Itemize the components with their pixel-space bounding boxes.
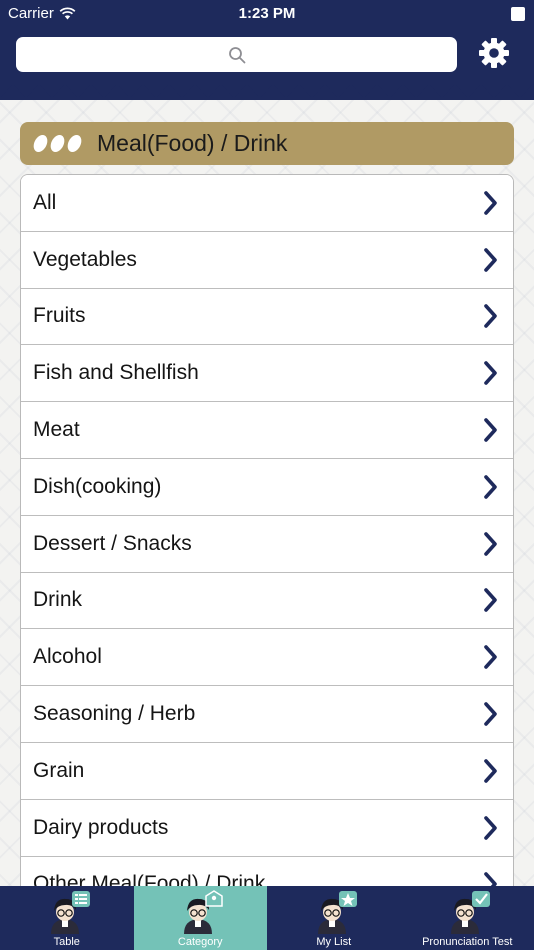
tab-bar: Table Category My List Pronunciation Test [0, 886, 534, 950]
list-item[interactable]: Dessert / Snacks [21, 515, 513, 573]
chevron-right-icon [484, 531, 497, 556]
list-item-label: Fish and Shellfish [33, 361, 199, 385]
chevron-right-icon [484, 418, 497, 442]
tab-label: Pronunciation Test [422, 936, 513, 948]
list-item-label: Grain [33, 758, 85, 782]
list-item[interactable]: Drink [21, 572, 513, 630]
list-item[interactable]: Other Meal(Food) / Drink [21, 856, 513, 886]
chevron-right-icon [484, 475, 497, 499]
header-zigzag-edge [0, 84, 534, 98]
list-item[interactable]: Alcohol [21, 629, 513, 687]
gear-icon[interactable] [478, 37, 510, 69]
chevron-right-icon [484, 247, 497, 272]
chevron-right-icon [484, 191, 497, 215]
category-header: Meal(Food) / Drink [20, 122, 514, 165]
chevron-right-icon [484, 759, 497, 783]
list-item-label: Dairy products [33, 815, 169, 839]
chevron-right-icon [484, 304, 497, 329]
list-item-label: Drink [33, 588, 83, 612]
status-bar: Carrier 1:23 PM [0, 0, 534, 28]
tab-label: Category [177, 936, 223, 948]
avatar-list-icon [43, 890, 91, 934]
chevron-right-icon [484, 588, 497, 613]
list-item[interactable]: Dairy products [21, 799, 513, 857]
chevron-right-icon [484, 702, 497, 726]
list-item[interactable]: All [21, 175, 513, 232]
list-item[interactable]: Dish(cooking) [21, 458, 513, 516]
list-item[interactable]: Grain [21, 742, 513, 800]
list-item[interactable]: Fish and Shellfish [21, 345, 513, 403]
list-item[interactable]: Meat [21, 402, 513, 459]
tab-table[interactable]: Table [0, 886, 134, 950]
avatar-tag-icon [176, 890, 224, 934]
search-input[interactable] [16, 37, 457, 72]
list-item-label: Fruits [33, 304, 86, 328]
list-item[interactable]: Vegetables [21, 231, 513, 289]
list-item-label: Alcohol [33, 645, 102, 669]
tab-my-list[interactable]: My List [267, 886, 401, 950]
chevron-right-icon [484, 872, 497, 886]
category-list: All Vegetables Fruits Fish and Shellfish Mea… [20, 174, 514, 886]
battery-icon [511, 7, 525, 21]
list-item-label: Other Meal(Food) / Drink [33, 872, 266, 886]
list-item-label: All [33, 190, 57, 214]
status-time: 1:23 PM [238, 5, 296, 22]
avatar-check-icon [443, 890, 491, 934]
tab-category[interactable]: Category [133, 886, 267, 950]
chevron-right-icon [484, 645, 497, 670]
list-item-label: Seasoning / Herb [33, 702, 196, 726]
tab-label: My List [316, 936, 352, 948]
list-item-label: Vegetables [33, 247, 137, 271]
list-item[interactable]: Fruits [21, 288, 513, 346]
tab-pronunciation-test[interactable]: Pronunciation Test [401, 886, 534, 950]
list-item[interactable]: Seasoning / Herb [21, 686, 513, 743]
search-bar[interactable] [16, 37, 457, 72]
chevron-right-icon [484, 815, 497, 840]
dots-ornament [31, 135, 84, 152]
chevron-right-icon [484, 361, 497, 386]
category-title: Meal(Food) / Drink [97, 130, 288, 156]
avatar-star-icon [310, 890, 358, 934]
header: Carrier 1:23 PM [0, 0, 534, 100]
list-item-label: Meat [33, 418, 80, 442]
tab-label: Table [53, 936, 80, 948]
list-item-label: Dish(cooking) [33, 474, 162, 498]
list-item-label: Dessert / Snacks [33, 531, 192, 555]
